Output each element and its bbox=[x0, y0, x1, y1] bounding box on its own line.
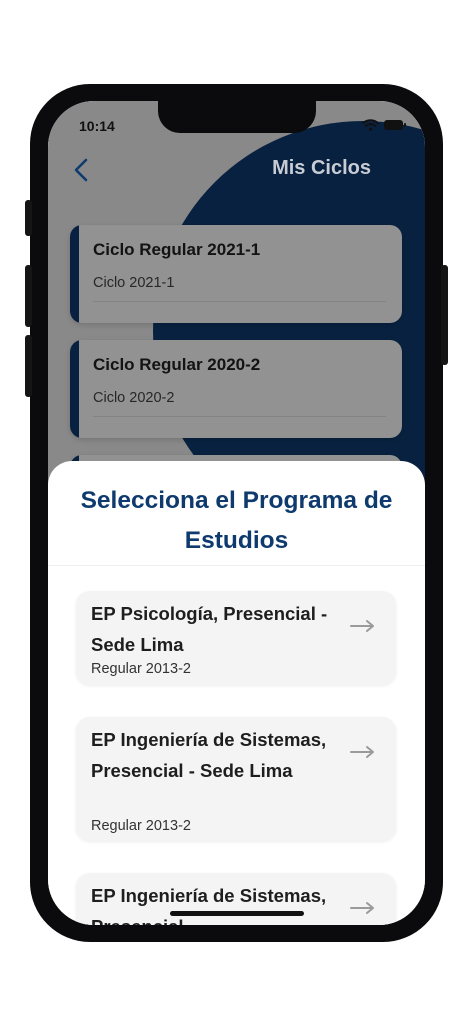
screen: Ciclo Regular 2021-1 Ciclo 2021-1 Ciclo … bbox=[48, 101, 425, 925]
sheet-divider bbox=[48, 565, 425, 566]
home-indicator[interactable] bbox=[170, 911, 304, 916]
volume-down-button bbox=[25, 335, 32, 397]
mute-switch bbox=[25, 200, 32, 236]
program-name: EP Ingeniería de Sistemas, Presencial bbox=[91, 885, 327, 925]
arrow-right-icon bbox=[350, 620, 374, 632]
page-title: Mis Ciclos bbox=[272, 157, 371, 179]
power-button bbox=[441, 265, 448, 365]
sheet-title: Selecciona el Programa de Estudios bbox=[80, 487, 393, 554]
program-option[interactable]: EP Ingeniería de Sistemas, Presencial - … bbox=[76, 717, 396, 841]
battery-icon bbox=[384, 120, 406, 130]
status-time: 10:14 bbox=[79, 118, 115, 134]
arrow-right-icon bbox=[350, 902, 374, 914]
back-arrow-icon[interactable] bbox=[71, 157, 91, 183]
wifi-icon bbox=[362, 119, 379, 131]
program-plan: Regular 2013-2 bbox=[91, 818, 191, 834]
program-name: EP Psicología, Presencial - Sede Lima bbox=[91, 603, 328, 655]
program-plan: Regular 2013-2 bbox=[91, 661, 191, 677]
bottom-sheet: Selecciona el Programa de Estudios EP Ps… bbox=[48, 461, 425, 925]
program-option[interactable]: EP Ingeniería de Sistemas, Presencial bbox=[76, 873, 396, 925]
notch bbox=[158, 101, 316, 133]
program-name: EP Ingeniería de Sistemas, Presencial - … bbox=[91, 729, 327, 781]
program-option[interactable]: EP Psicología, Presencial - Sede Lima Re… bbox=[76, 591, 396, 685]
arrow-right-icon bbox=[350, 746, 374, 758]
volume-up-button bbox=[25, 265, 32, 327]
